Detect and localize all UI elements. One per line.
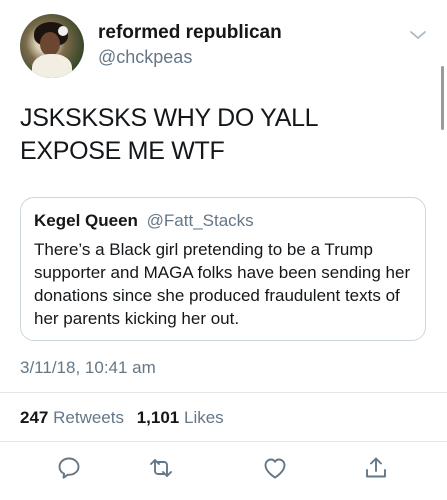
scrollbar[interactable] [441, 66, 444, 130]
author-handle[interactable]: @chckpeas [98, 47, 192, 68]
heart-icon[interactable] [262, 455, 288, 481]
action-bar [0, 455, 447, 485]
retweet-icon[interactable] [148, 455, 174, 481]
quoted-author-handle: @Fatt_Stacks [146, 211, 254, 230]
author-name[interactable]: reformed republican [98, 22, 282, 44]
tweet-stats: 247 Retweets 1,101 Likes [20, 408, 224, 428]
chevron-down-icon[interactable] [409, 28, 427, 40]
likes-label[interactable]: Likes [184, 408, 224, 427]
quoted-tweet-header: Kegel Queen @Fatt_Stacks [34, 211, 254, 231]
quoted-tweet-text: There’s a Black girl pretending to be a … [34, 240, 411, 328]
tweet-text: JSKSKSKS WHY DO YALL EXPOSE ME WTF [20, 104, 318, 165]
tweet-header: reformed republican @chckpeas [20, 14, 427, 84]
retweets-count[interactable]: 247 [20, 408, 48, 427]
likes-count[interactable]: 1,101 [137, 408, 180, 427]
quoted-tweet[interactable]: Kegel Queen @Fatt_Stacks There’s a Black… [20, 197, 426, 341]
divider [0, 441, 447, 442]
divider [0, 392, 447, 393]
retweets-label[interactable]: Retweets [53, 408, 124, 427]
avatar[interactable] [20, 14, 84, 78]
share-icon[interactable] [363, 455, 389, 481]
quoted-author-name: Kegel Queen [34, 211, 138, 230]
tweet-timestamp: 3/11/18, 10:41 am [20, 358, 156, 377]
reply-icon[interactable] [56, 455, 82, 481]
